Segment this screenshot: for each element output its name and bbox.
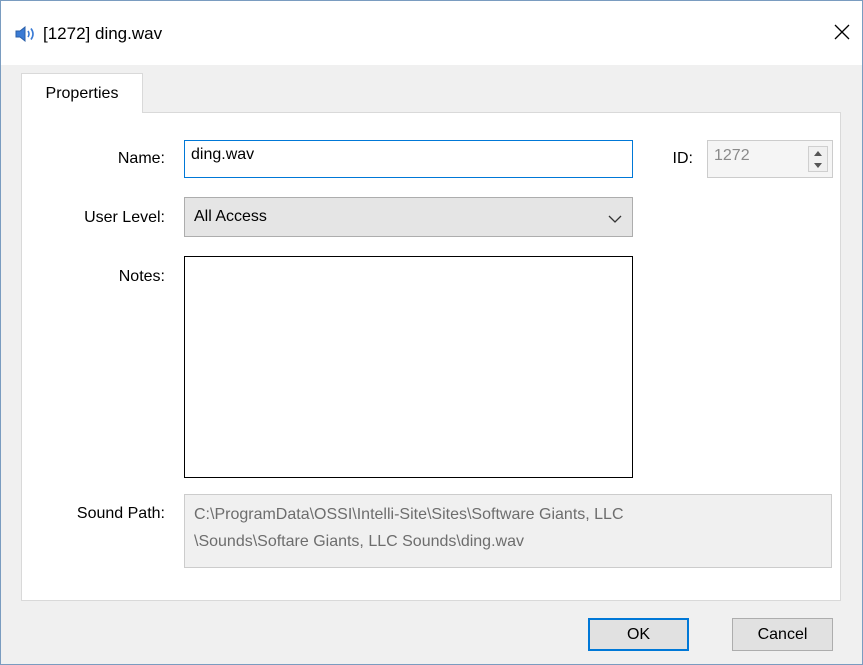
close-button[interactable]	[822, 14, 862, 54]
notes-textarea[interactable]	[184, 256, 633, 478]
tab-properties-label: Properties	[45, 84, 119, 102]
ok-button[interactable]: OK	[588, 618, 689, 651]
tab-properties[interactable]: Properties	[21, 73, 143, 113]
notes-label: Notes:	[118, 268, 165, 285]
user-level-value: All Access	[194, 208, 267, 225]
window-title: [1272] ding.wav	[43, 24, 163, 43]
spin-up-icon[interactable]	[809, 147, 827, 159]
name-input-value: ding.wav	[191, 146, 255, 163]
sound-path-label: Sound Path:	[76, 505, 165, 522]
speaker-icon	[15, 25, 37, 43]
name-label: Name:	[117, 150, 165, 167]
id-value: 1272	[714, 147, 750, 164]
sound-path-line-2: \Sounds\Softare Giants, LLC Sounds\ding.…	[194, 533, 524, 550]
title-bar: [1272] ding.wav	[1, 1, 862, 65]
ok-button-label: OK	[626, 625, 651, 643]
cancel-button[interactable]: Cancel	[732, 618, 833, 651]
id-spinner[interactable]	[808, 146, 828, 172]
id-label: ID:	[672, 150, 693, 167]
spin-down-icon[interactable]	[809, 159, 827, 171]
sound-path-line-1: C:\ProgramData\OSSI\Intelli-Site\Sites\S…	[194, 506, 624, 523]
id-stepper[interactable]: 1272	[707, 140, 833, 178]
dialog-window: [1272] ding.wav Properties Name: ding.wa…	[0, 0, 863, 665]
sound-path-field[interactable]: C:\ProgramData\OSSI\Intelli-Site\Sites\S…	[184, 494, 832, 568]
user-level-select[interactable]: All Access	[184, 197, 633, 237]
close-icon	[834, 24, 850, 45]
user-level-label: User Level:	[84, 209, 165, 226]
chevron-down-icon	[608, 211, 622, 229]
cancel-button-label: Cancel	[757, 625, 808, 643]
